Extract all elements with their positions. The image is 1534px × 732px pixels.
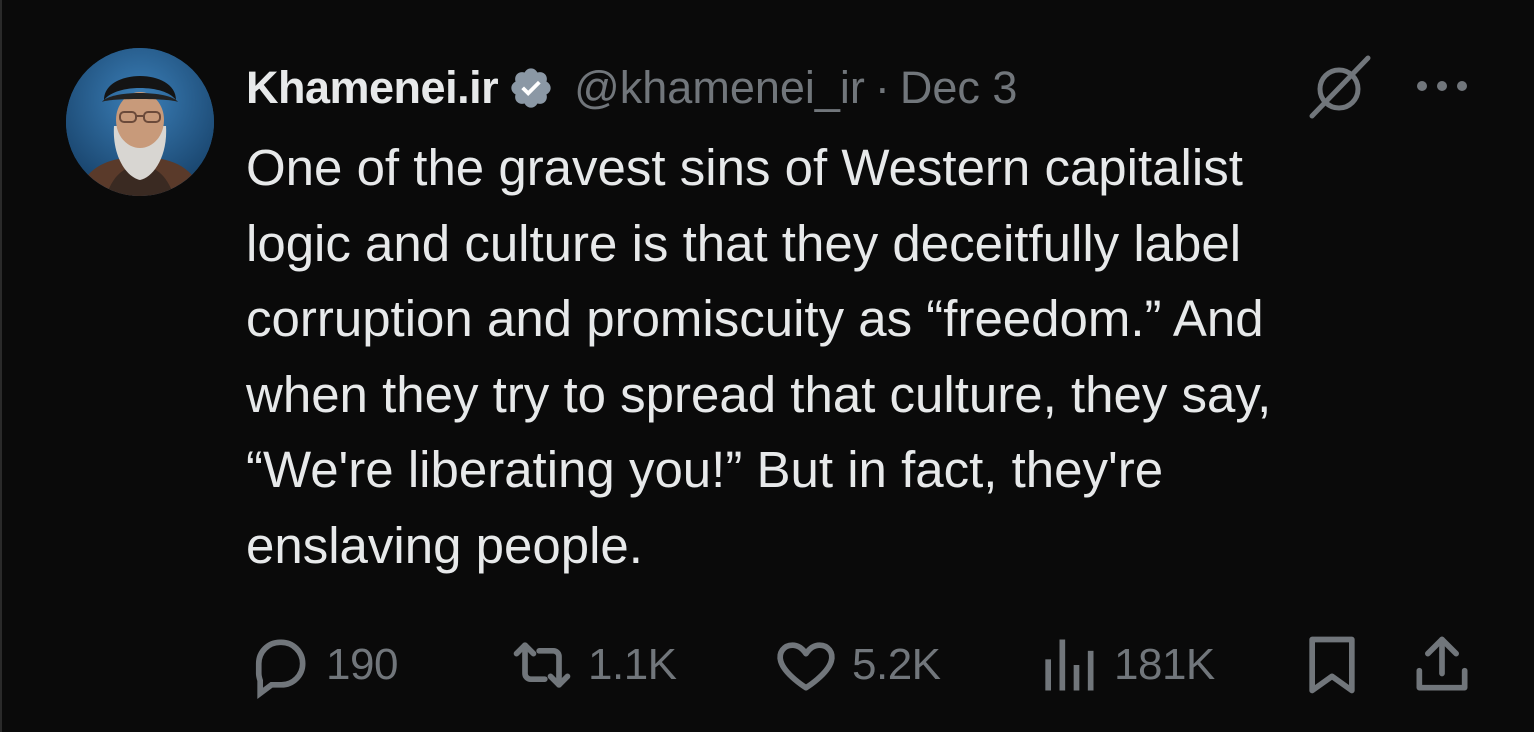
views-button[interactable]: 181K bbox=[1034, 630, 1215, 700]
repost-count: 1.1K bbox=[588, 640, 677, 689]
tweet-text-line: enslaving people. bbox=[246, 516, 643, 574]
heart-icon bbox=[777, 642, 835, 691]
tweet-text-line: One of the gravest sins of Western capit… bbox=[246, 139, 1243, 196]
tweet-header: Khamenei.ir @khamenei_ir · Dec 3 bbox=[246, 58, 1017, 118]
bookmark-button[interactable] bbox=[1298, 630, 1366, 700]
display-name[interactable]: Khamenei.ir bbox=[246, 62, 499, 114]
reply-icon bbox=[255, 639, 306, 699]
tweet-text-line: when they try to spread that culture, th… bbox=[246, 365, 1272, 423]
separator-dot: · bbox=[874, 62, 890, 113]
share-button[interactable] bbox=[1408, 630, 1476, 700]
tweet-text-line: “We're liberating you!” But in fact, the… bbox=[246, 441, 1164, 498]
bookmark-icon bbox=[1309, 636, 1355, 694]
repost-button[interactable]: 1.1K bbox=[508, 630, 677, 700]
verified-badge-icon[interactable] bbox=[508, 65, 554, 111]
tweet-text-line: logic and culture is that they deceitful… bbox=[246, 214, 1242, 272]
repost-icon bbox=[513, 642, 571, 688]
tweet-card: Khamenei.ir @khamenei_ir · Dec 3 One of … bbox=[0, 0, 1534, 732]
action-bar: 190 1.1K 5.2K 181K bbox=[246, 630, 1476, 700]
more-icon[interactable] bbox=[1410, 58, 1474, 114]
avatar-image bbox=[66, 48, 214, 196]
reply-count: 190 bbox=[326, 640, 398, 689]
avatar[interactable] bbox=[66, 48, 214, 196]
like-count: 5.2K bbox=[852, 640, 941, 689]
like-button[interactable]: 5.2K bbox=[772, 630, 941, 700]
tweet-date[interactable]: Dec 3 bbox=[900, 62, 1018, 114]
user-handle[interactable]: @khamenei_ir bbox=[574, 62, 865, 114]
grok-icon[interactable] bbox=[1304, 52, 1374, 122]
tweet-text-line: corruption and promiscuity as “freedom.”… bbox=[246, 290, 1264, 347]
views-count: 181K bbox=[1114, 640, 1215, 689]
tweet-text: One of the gravest sins of Western capit… bbox=[246, 130, 1486, 583]
views-icon bbox=[1045, 639, 1094, 691]
reply-button[interactable]: 190 bbox=[246, 630, 398, 700]
share-icon bbox=[1416, 636, 1468, 691]
